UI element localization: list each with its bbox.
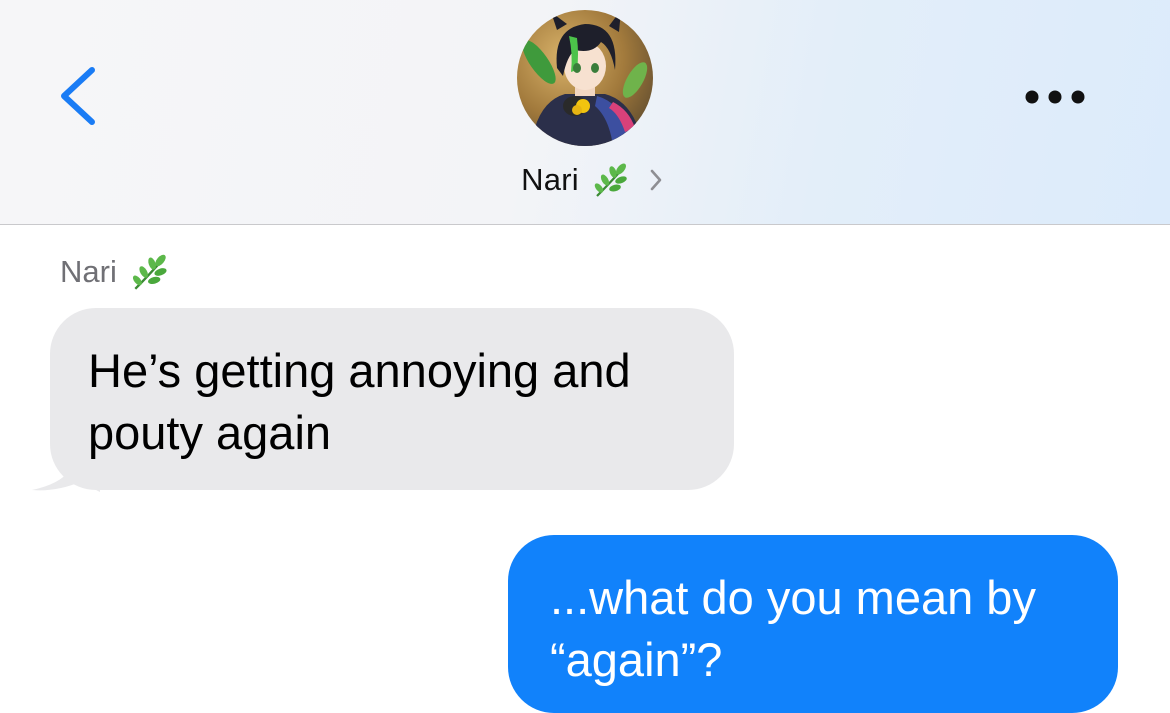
message-text-line: He’s getting annoying and <box>88 344 631 397</box>
message-text-line: “again”? <box>550 633 723 686</box>
herb-leaf-icon <box>591 160 631 200</box>
herb-leaf-icon <box>129 251 171 293</box>
sender-label: Nari <box>60 250 171 294</box>
conversation-header: Nari <box>0 0 1170 225</box>
outgoing-message-bubble[interactable]: ...what do you mean by “again”? <box>508 535 1118 713</box>
more-options-button[interactable] <box>1016 80 1096 114</box>
sender-name: Nari <box>60 254 117 289</box>
message-text-line: ...what do you mean by <box>550 571 1036 624</box>
message-text-line: pouty again <box>88 406 332 459</box>
chevron-left-icon <box>61 67 95 125</box>
avatar[interactable] <box>517 10 653 146</box>
back-button[interactable] <box>52 62 112 132</box>
conversation-screen: Nari Nari He’s getting annoying and pout… <box>0 0 1170 713</box>
anime-character-avatar-image <box>517 10 653 146</box>
ellipsis-icon <box>1025 90 1085 104</box>
contact-name: Nari <box>521 162 579 197</box>
incoming-message-bubble[interactable]: He’s getting annoying and pouty again <box>50 308 734 490</box>
chevron-right-icon <box>647 167 665 193</box>
contact-name-button[interactable]: Nari <box>0 156 1170 204</box>
